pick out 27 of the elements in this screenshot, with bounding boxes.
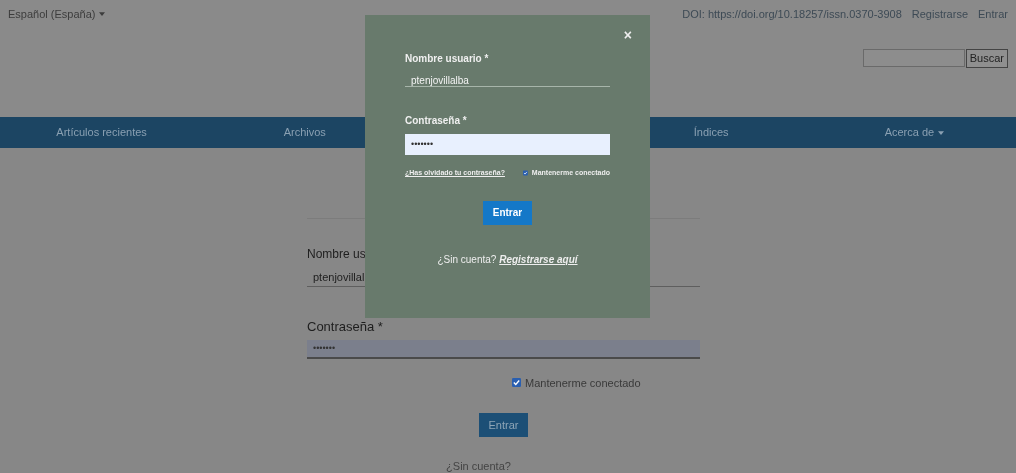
nav-link[interactable]: Archivos [283,124,326,141]
close-button[interactable]: × [623,28,632,42]
checkbox[interactable] [522,169,528,178]
login-button[interactable]: Entrar [478,413,529,437]
nav-link[interactable]: Artículos recientes [56,124,147,141]
checkbox[interactable] [512,378,521,388]
nav-link[interactable]: Acerca de [884,124,945,141]
no-account-text: ¿Sin cuenta? Registrarse aquí [437,252,578,267]
language-menu[interactable]: Español (España) [8,6,106,23]
field-label: Nombre us [307,246,366,263]
header-link[interactable]: Entrar [978,6,1008,23]
field-label: Contraseña * [405,114,467,128]
field-label: Contraseña * [307,318,383,336]
login-button[interactable]: Entrar [482,200,533,225]
checkbox-label: Mantenerme conectado [525,375,641,391]
no-account-text: ¿Sin cuenta? [446,459,511,473]
header-link[interactable]: Registrarse [911,6,969,23]
username-field[interactable]: ptenjovillalba [405,66,610,87]
search-button[interactable]: Buscar [965,48,1008,68]
nav-link[interactable]: Índices [693,124,729,141]
search-field[interactable] [862,48,965,67]
password-field[interactable]: ••••••• [307,339,700,359]
doi-text: DOI: https://doi.org/10.18257/issn.0370-3908 [682,7,902,22]
register-link[interactable]: Registrarse aquí [499,253,578,265]
caret-icon [99,12,106,17]
field-label: Nombre usuario * [405,52,489,66]
password-field[interactable]: ••••••• [405,134,610,155]
